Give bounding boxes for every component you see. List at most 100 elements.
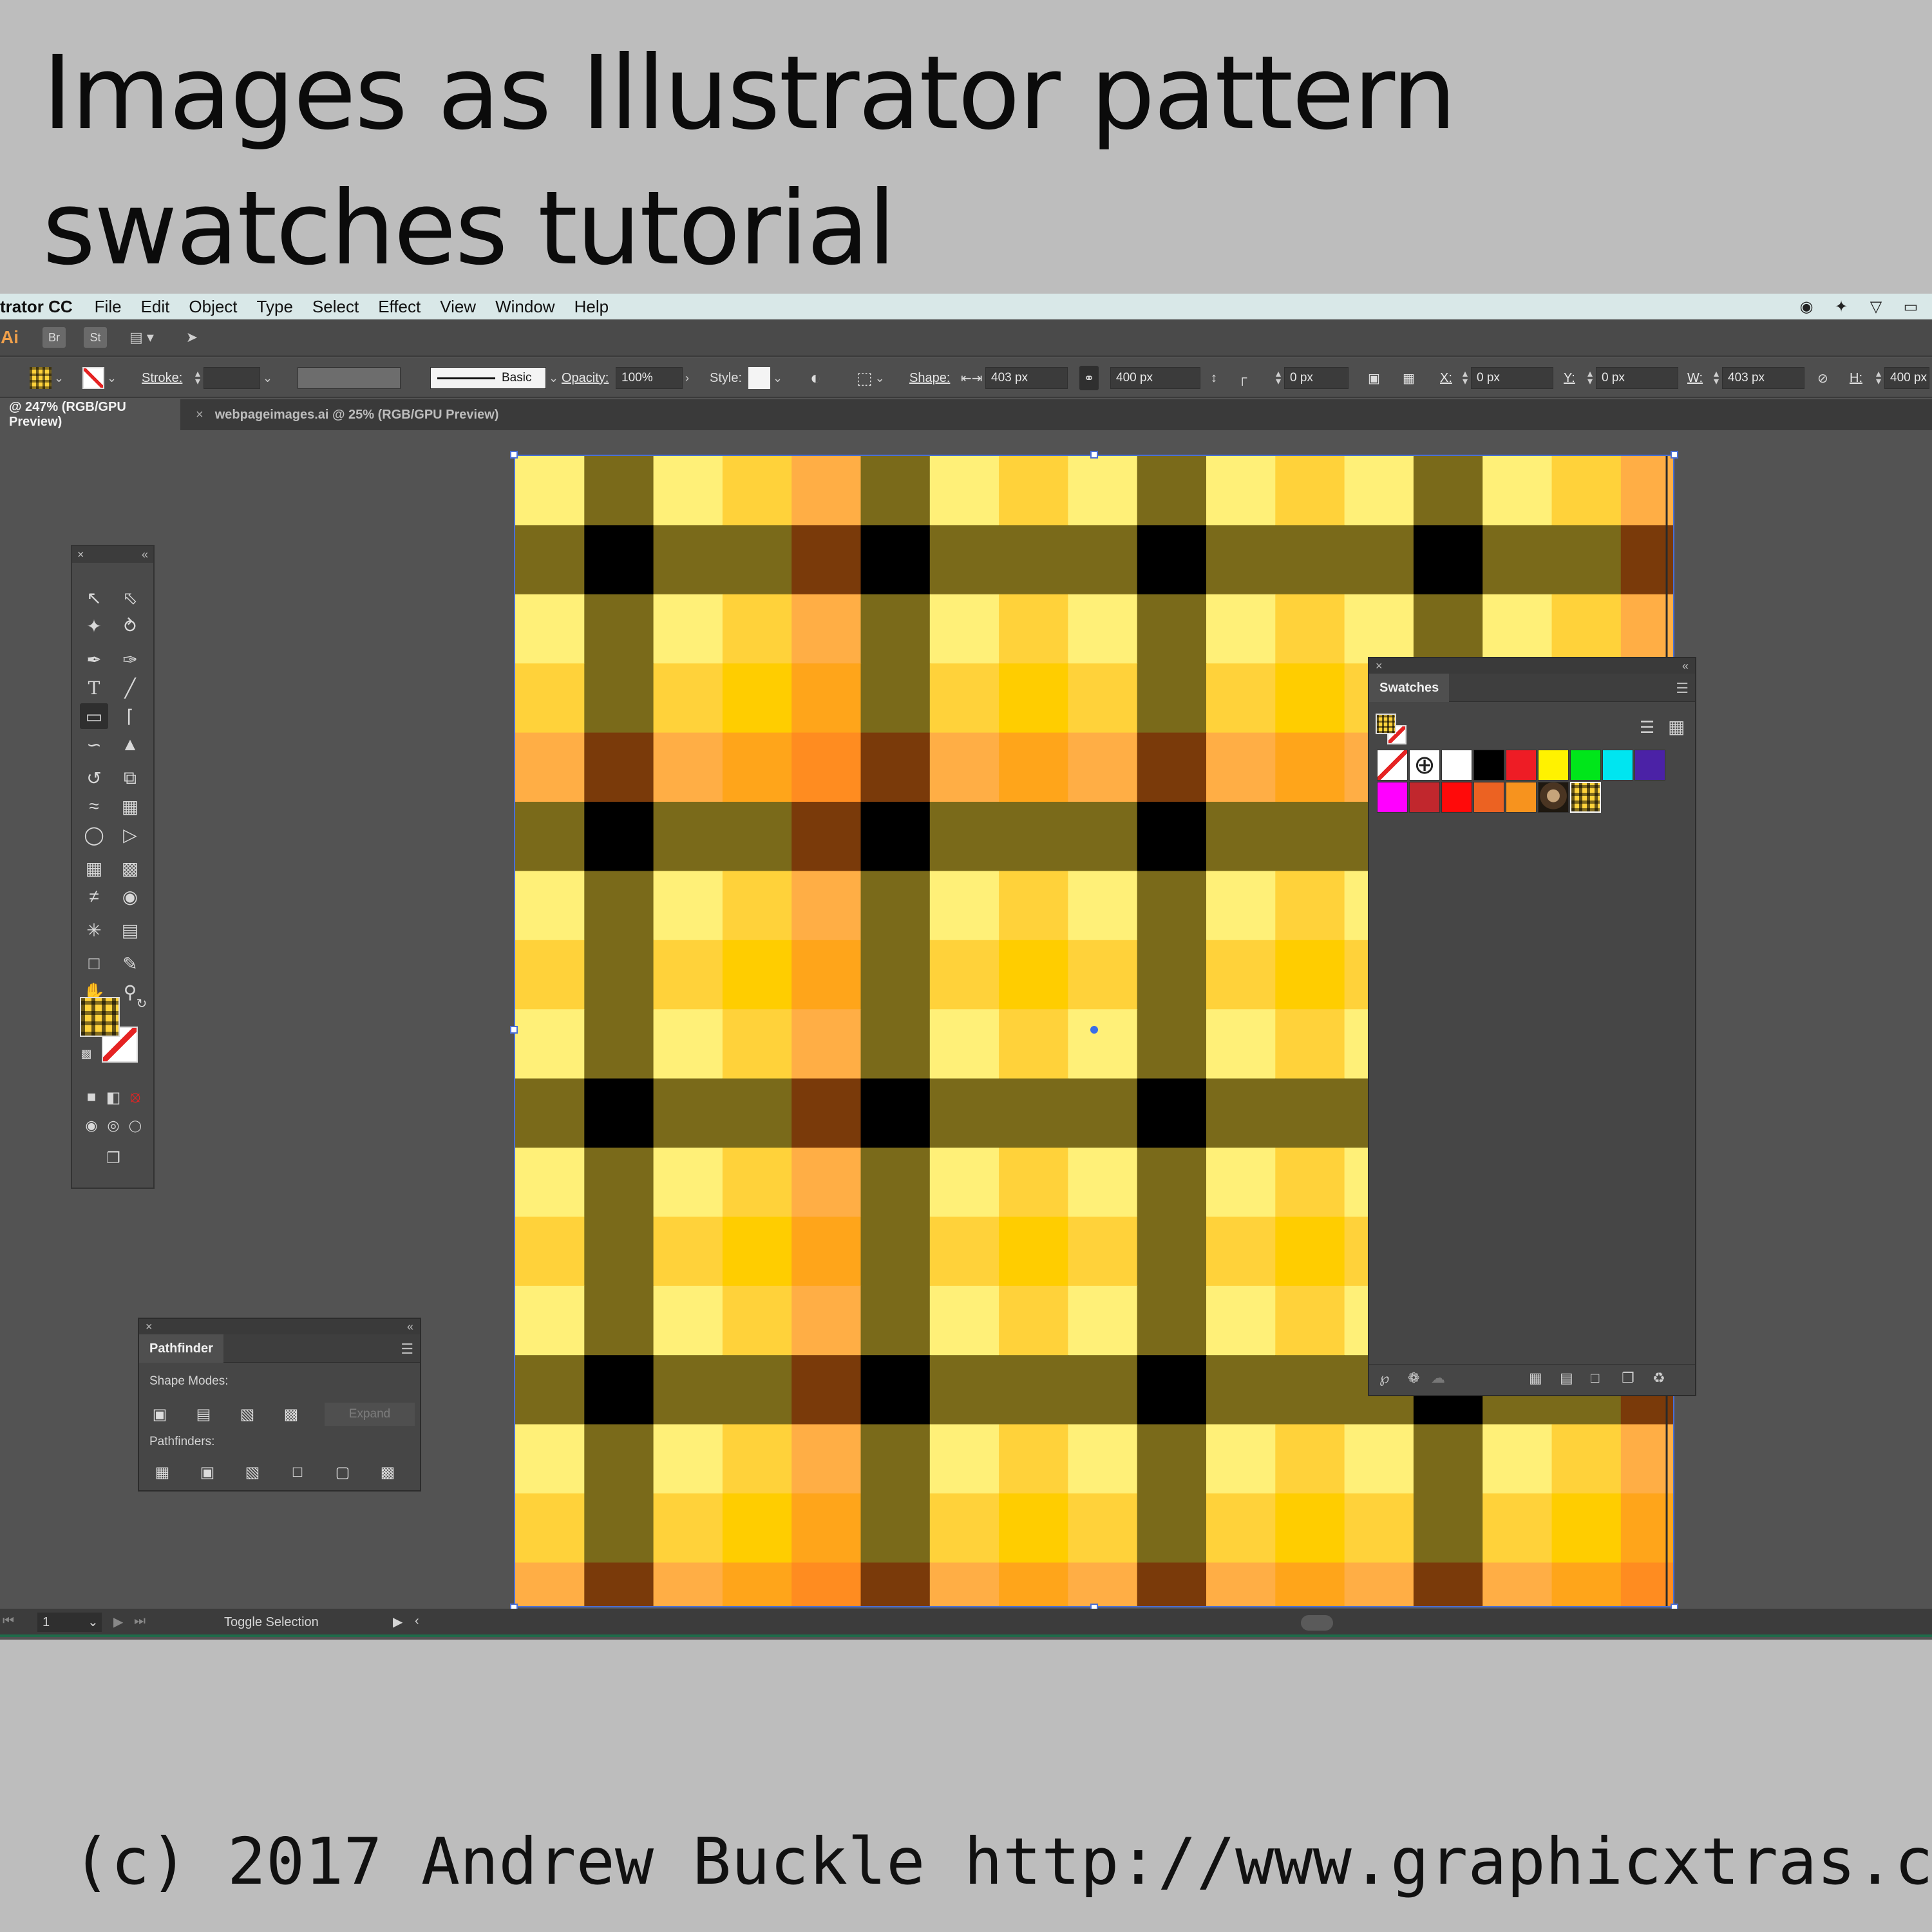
selection-handle[interactable] bbox=[510, 451, 518, 459]
corner-radius-field[interactable]: 0 px bbox=[1284, 367, 1349, 389]
y-position-field[interactable]: 0 px bbox=[1596, 367, 1678, 389]
swatch-orange[interactable] bbox=[1473, 782, 1504, 813]
gpu-performance-icon[interactable]: ➤ bbox=[179, 327, 205, 348]
list-view-icon[interactable]: ☰ bbox=[1640, 717, 1654, 737]
folder-icon[interactable]: □ bbox=[1591, 1370, 1599, 1387]
swatch-image-pattern[interactable] bbox=[1538, 782, 1569, 813]
menu-edit[interactable]: Edit bbox=[141, 297, 170, 317]
type-tool-icon[interactable]: T bbox=[80, 675, 108, 701]
chevron-down-icon[interactable]: ⌄ bbox=[773, 372, 782, 385]
h-stepper-icon[interactable]: ▴ ▾ bbox=[1873, 369, 1884, 387]
cc-libraries-icon[interactable]: ☁ bbox=[1431, 1370, 1445, 1387]
swatches-panel-title[interactable]: Swatches bbox=[1369, 674, 1450, 702]
menu-object[interactable]: Object bbox=[189, 297, 237, 317]
shape-width-field[interactable]: 403 px bbox=[985, 367, 1068, 389]
divide-icon[interactable]: ▦ bbox=[151, 1461, 174, 1484]
scale-tool-icon[interactable]: ⧉ bbox=[116, 765, 144, 791]
reference-point-icon[interactable]: ▦ bbox=[1403, 370, 1415, 386]
stroke-stepper-icon[interactable]: ▴ ▾ bbox=[192, 369, 204, 387]
paintbrush-tool-icon[interactable]: ⌈ bbox=[116, 703, 144, 729]
gradient-tool-icon[interactable]: ▩ bbox=[116, 855, 144, 881]
stroke-swatch-control[interactable]: ⌄ bbox=[82, 366, 117, 390]
tools-panel-header[interactable]: × « bbox=[72, 546, 153, 563]
menu-view[interactable]: View bbox=[440, 297, 476, 317]
merge-icon[interactable]: ▧ bbox=[241, 1461, 264, 1484]
graphic-style-swatch[interactable] bbox=[748, 367, 770, 389]
rectangle-tool-icon[interactable]: ▭ bbox=[80, 703, 108, 729]
bridge-button[interactable]: Br bbox=[43, 327, 66, 348]
exclude-icon[interactable]: ▩ bbox=[279, 1403, 303, 1426]
last-artboard-icon[interactable]: ⏭ bbox=[134, 1614, 146, 1629]
menu-select[interactable]: Select bbox=[312, 297, 359, 317]
eyedropper-tool-icon[interactable]: ≠ bbox=[80, 884, 108, 909]
stroke-label[interactable]: Stroke: bbox=[142, 371, 182, 386]
chevron-down-icon[interactable]: ⌄ bbox=[54, 372, 64, 385]
fill-pattern-swatch[interactable] bbox=[1376, 714, 1396, 734]
arrange-documents-icon[interactable]: ▤ ▾ bbox=[122, 327, 161, 348]
pathfinder-panel-header[interactable]: × « bbox=[139, 1319, 420, 1334]
column-graph-tool-icon[interactable]: ▤ bbox=[116, 917, 144, 943]
lasso-tool-icon[interactable]: ⥁ bbox=[116, 613, 144, 639]
collapse-icon[interactable]: « bbox=[407, 1320, 413, 1334]
minus-back-icon[interactable]: ▩ bbox=[376, 1461, 399, 1484]
stroke-none-swatch[interactable] bbox=[82, 367, 104, 389]
menu-type[interactable]: Type bbox=[257, 297, 293, 317]
swatch-none[interactable] bbox=[1377, 750, 1408, 781]
swatch-cyan[interactable] bbox=[1602, 750, 1633, 781]
next-artboard-icon[interactable]: ▶ bbox=[113, 1614, 123, 1630]
close-icon[interactable]: × bbox=[146, 1320, 153, 1334]
horizontal-scrollbar-thumb[interactable] bbox=[1301, 1615, 1333, 1631]
status-menu-arrow-icon[interactable]: ▶ bbox=[393, 1614, 402, 1630]
brush-definition[interactable]: Basic bbox=[430, 367, 546, 389]
x-stepper-icon[interactable]: ▴ ▾ bbox=[1459, 369, 1471, 387]
link-icon[interactable]: ⊘ bbox=[1817, 370, 1828, 386]
swatch-green[interactable] bbox=[1570, 750, 1601, 781]
y-stepper-icon[interactable]: ▴ ▾ bbox=[1584, 369, 1596, 387]
w-stepper-icon[interactable]: ▴ ▾ bbox=[1710, 369, 1722, 387]
align-icon[interactable]: ⬚ bbox=[857, 368, 873, 388]
draw-inside-icon[interactable]: ◯ bbox=[121, 1113, 149, 1139]
opacity-field[interactable]: 100% bbox=[616, 367, 683, 389]
curvature-tool-icon[interactable]: ✑ bbox=[116, 647, 144, 672]
stroke-weight-field[interactable] bbox=[204, 367, 260, 389]
chevron-down-icon[interactable]: ⌄ bbox=[875, 372, 885, 385]
free-transform-tool-icon[interactable]: ▦ bbox=[116, 793, 144, 819]
blend-tool-icon[interactable]: ◉ bbox=[116, 884, 144, 909]
fill-control[interactable]: ⌄ bbox=[30, 366, 64, 390]
w-label[interactable]: W: bbox=[1687, 371, 1703, 386]
perspective-grid-tool-icon[interactable]: ▷ bbox=[116, 822, 144, 848]
symbol-sprayer-tool-icon[interactable]: ✳ bbox=[80, 917, 108, 943]
chevron-right-icon[interactable]: › bbox=[685, 372, 689, 385]
swatch-registration[interactable]: ⊕ bbox=[1409, 750, 1440, 781]
variable-width-profile[interactable] bbox=[298, 367, 401, 389]
opacity-label[interactable]: Opacity: bbox=[562, 371, 609, 386]
menu-window[interactable]: Window bbox=[495, 297, 554, 317]
y-label[interactable]: Y: bbox=[1564, 371, 1575, 386]
menu-effect[interactable]: Effect bbox=[378, 297, 421, 317]
new-color-group-icon[interactable]: ▦ bbox=[1529, 1370, 1542, 1387]
swatch-yellow[interactable] bbox=[1538, 750, 1569, 781]
sync-icon[interactable]: ✦ bbox=[1830, 298, 1852, 316]
chevron-down-icon[interactable]: ⌄ bbox=[107, 372, 117, 385]
wifi-icon[interactable]: ▽ bbox=[1865, 298, 1887, 316]
swatch-red[interactable] bbox=[1506, 750, 1537, 781]
swatch-magenta[interactable] bbox=[1377, 782, 1408, 813]
fill-swatch[interactable] bbox=[30, 367, 52, 389]
swatch-libraries-icon[interactable]: ℘ bbox=[1379, 1370, 1389, 1387]
x-position-field[interactable]: 0 px bbox=[1471, 367, 1553, 389]
direct-selection-tool-icon[interactable]: ⬁ bbox=[116, 585, 144, 611]
artboard-tool-icon[interactable]: □ bbox=[80, 951, 108, 976]
corner-stepper-icon[interactable]: ▴ ▾ bbox=[1273, 369, 1284, 387]
chevron-down-icon[interactable]: ⌄ bbox=[549, 372, 558, 385]
x-label[interactable]: X: bbox=[1440, 371, 1452, 386]
height-field[interactable]: 400 px bbox=[1884, 367, 1929, 389]
status-toggle-selection[interactable]: Toggle Selection bbox=[224, 1615, 319, 1630]
swatches-panel-header[interactable]: × « bbox=[1369, 658, 1695, 674]
eraser-tool-icon[interactable]: ▲ bbox=[116, 732, 144, 757]
width-field[interactable]: 403 px bbox=[1722, 367, 1804, 389]
grid-view-icon[interactable]: ▦ bbox=[1668, 716, 1685, 737]
menu-file[interactable]: File bbox=[95, 297, 122, 317]
shape-height-field[interactable]: 400 px bbox=[1110, 367, 1200, 389]
crop-icon[interactable]: □ bbox=[286, 1461, 309, 1484]
selection-handle[interactable] bbox=[1090, 451, 1098, 459]
